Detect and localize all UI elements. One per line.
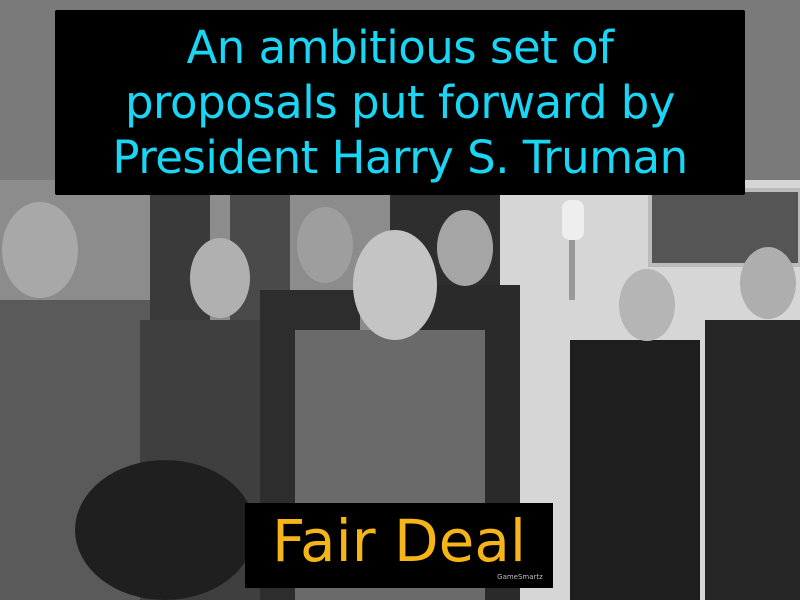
definition-line: President Harry S. Truman: [112, 131, 688, 184]
definition-line: proposals put forward by: [124, 76, 676, 129]
definition-line: An ambitious set of: [186, 21, 615, 74]
brand-watermark: GameSmartz: [497, 573, 543, 581]
definition-caption: An ambitious set of proposals put forwar…: [55, 10, 745, 195]
term-title: Fair Deal: [272, 506, 526, 575]
